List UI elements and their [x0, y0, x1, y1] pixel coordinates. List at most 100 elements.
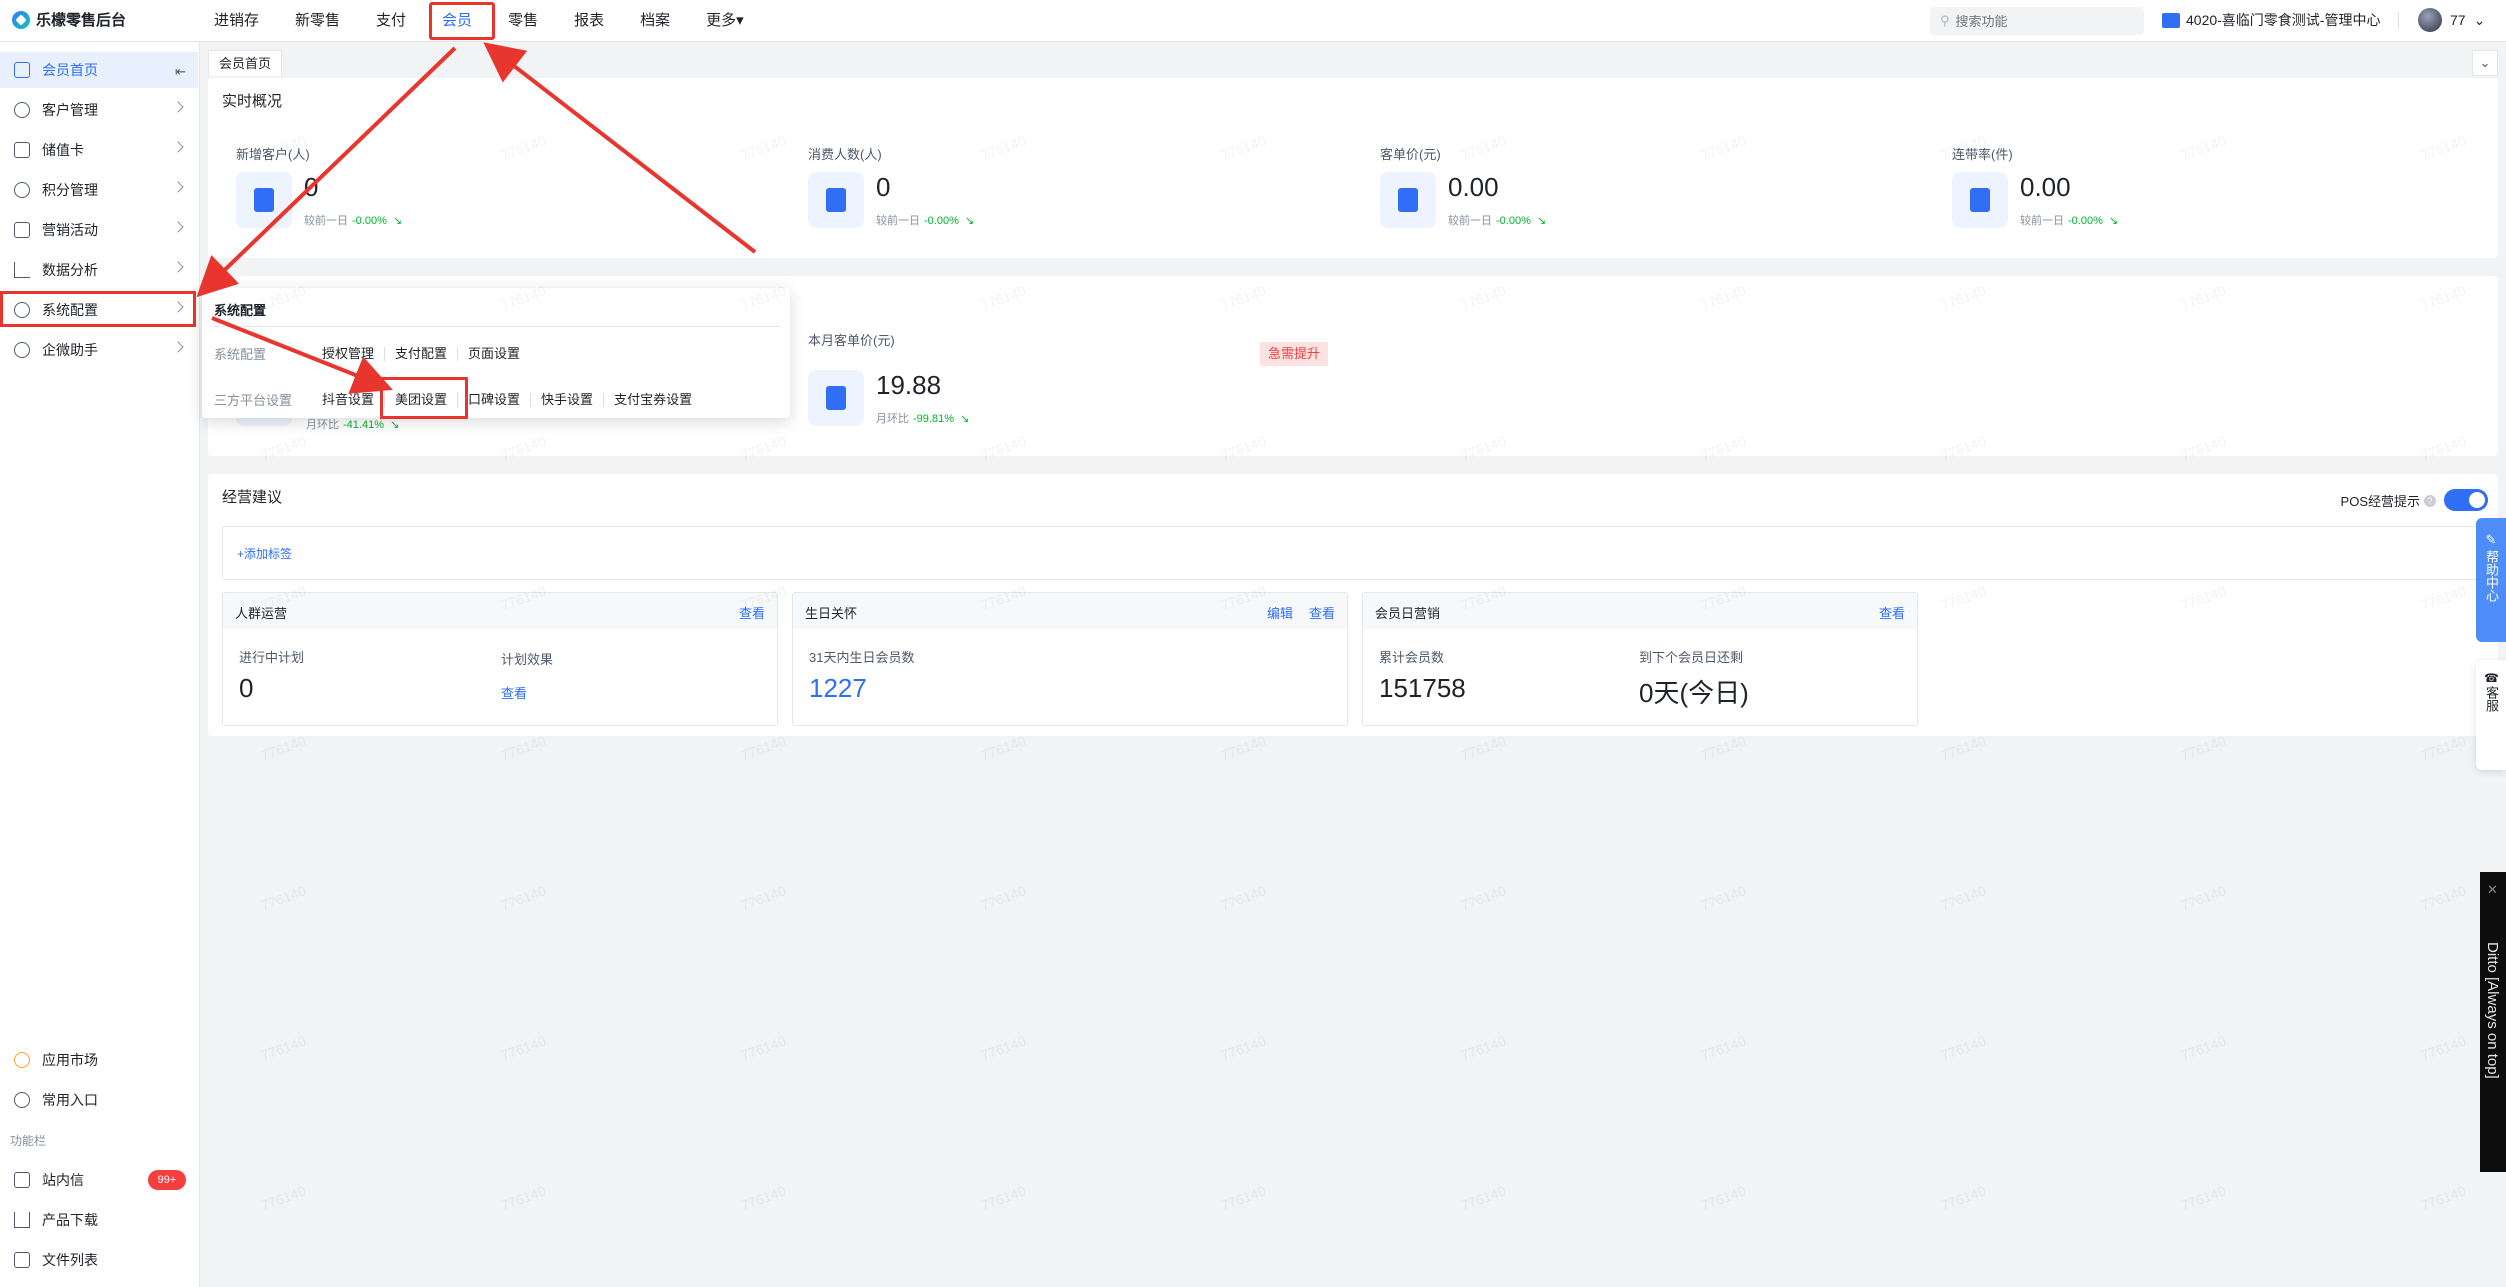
plan-effect-view-link[interactable]: 查看: [501, 683, 527, 702]
metric-consumers: 消费人数(人) 0 较前一日 -0.00% ↘: [808, 144, 974, 228]
menu-item-koubei[interactable]: 口碑设置: [458, 392, 532, 407]
sidebar-item-label: 常用入口: [42, 1092, 98, 1108]
watermark-text: 776140: [978, 882, 1029, 914]
nav-retail[interactable]: 零售: [490, 0, 556, 42]
sidebar-item-label: 会员首页: [42, 62, 98, 78]
watermark-text: 776140: [1938, 882, 1989, 914]
sidebar-item-downloads[interactable]: 产品下载: [0, 1202, 198, 1238]
view-link[interactable]: 查看: [1309, 603, 1335, 622]
sub-card-header: [1363, 593, 1917, 629]
sidebar-item-analytics[interactable]: 数据分析: [0, 252, 198, 288]
watermark-text: 776140: [1218, 1032, 1269, 1064]
tab-strip: 会员首页 ⌄: [208, 50, 2498, 76]
nav-new-retail[interactable]: 新零售: [277, 0, 358, 42]
sidebar-item-customers[interactable]: 客户管理: [0, 92, 198, 128]
chevron-right-icon: [172, 181, 184, 193]
menu-item-payment-config[interactable]: 支付配置: [385, 346, 459, 361]
function-section-label: 功能栏: [10, 1134, 47, 1148]
watermark-text: 776140: [258, 1182, 309, 1214]
chevron-right-icon: [172, 341, 184, 353]
ditto-window[interactable]: ✕ Ditto [Always on top]: [2480, 872, 2506, 1172]
sidebar-item-label: 储值卡: [42, 142, 84, 158]
sidebar-item-wecom[interactable]: 企微助手: [0, 332, 198, 368]
help-icon: ✎: [2485, 532, 2497, 547]
database-icon: [14, 182, 30, 198]
user-name: 77: [2450, 12, 2466, 28]
system-config-popup: 系统配置 系统配置 授权管理 支付配置 页面设置 三方平台设置 抖音设置 美团设…: [202, 288, 790, 418]
menu-item-page-settings[interactable]: 页面设置: [458, 346, 530, 361]
crowd-operation-card: 人群运营 查看 进行中计划 0 计划效果 查看: [222, 592, 778, 726]
watermark-text: 776140: [1698, 732, 1749, 764]
watermark-text: 776140: [2418, 1182, 2469, 1214]
nav-reports[interactable]: 报表: [556, 0, 622, 42]
birthday-members-label: 31天内生日会员数: [809, 650, 915, 665]
close-icon[interactable]: ✕: [2487, 882, 2498, 898]
pos-tip-label: POS经营提示?: [2341, 491, 2436, 510]
metric-value: 0.00: [1448, 172, 1499, 202]
trend-down-icon: ↘: [964, 215, 975, 227]
sidebar-item-stored-card[interactable]: 储值卡: [0, 132, 198, 168]
metric-monthly-avg: 本月客单价(元) 19.88 月环比 -99.81% ↘: [808, 333, 969, 426]
search-box[interactable]: ⚲: [1930, 7, 2144, 35]
menu-item-auth[interactable]: 授权管理: [312, 346, 386, 361]
message-count-badge: 99+: [148, 1170, 186, 1190]
watermark-text: 776140: [1218, 1182, 1269, 1214]
menu-item-alipay-coupon[interactable]: 支付宝券设置: [604, 392, 702, 407]
nav-payment[interactable]: 支付: [358, 0, 424, 42]
sidebar-item-app-market[interactable]: 应用市场: [0, 1042, 198, 1078]
nav-member-highlight: [429, 2, 495, 40]
watermark-text: 776140: [1458, 732, 1509, 764]
user-icon: [14, 102, 30, 118]
advice-title: 经营建议: [222, 489, 283, 506]
view-link[interactable]: 查看: [1879, 603, 1905, 622]
sidebar-item-member-home[interactable]: 会员首页 ⇤: [0, 52, 198, 88]
sidebar-item-favorites[interactable]: 常用入口: [0, 1082, 198, 1118]
heart-icon: [14, 1092, 30, 1108]
nav-more[interactable]: 更多▾: [688, 0, 762, 42]
store-icon: [2162, 12, 2180, 28]
nav-archive[interactable]: 档案: [622, 0, 688, 42]
chevron-right-icon: [172, 221, 184, 233]
sidebar-item-files[interactable]: 文件列表: [0, 1242, 198, 1278]
sidebar-item-marketing[interactable]: 营销活动: [0, 212, 198, 248]
sidebar-item-points[interactable]: 积分管理: [0, 172, 198, 208]
running-plans-value: 0: [239, 673, 254, 703]
top-bar: 乐檬零售后台 进销存 新零售 支付 会员 零售 报表 档案 更多▾ ⚲ 4020…: [0, 0, 2506, 42]
realtime-overview-card: 实时概况 新增客户(人) 0 较前一日 -0.00% ↘ 消费人数(人) 0 较前一…: [208, 78, 2498, 258]
store-switcher[interactable]: 4020-喜临门零食测试-管理中心: [2162, 10, 2380, 30]
file-list-icon: [14, 1252, 30, 1268]
chevron-down-icon: ⌄: [2473, 11, 2486, 28]
ditto-label: Ditto [Always on top]: [2484, 942, 2501, 1079]
metric-label: 本月客单价(元): [808, 333, 895, 348]
nav-inventory[interactable]: 进销存: [196, 0, 277, 42]
watermark-text: 776140: [1938, 732, 1989, 764]
menu-item-kuaishou[interactable]: 快手设置: [531, 392, 605, 407]
watermark-text: 776140: [1698, 1032, 1749, 1064]
watermark-text: 776140: [498, 1182, 549, 1214]
running-plans-label: 进行中计划: [239, 650, 305, 665]
collapse-icon[interactable]: ⇤: [175, 64, 186, 80]
next-member-day-label: 到下个会员日还剩: [1639, 650, 1744, 665]
user-menu[interactable]: 77 ⌄: [2418, 8, 2485, 32]
help-center-button[interactable]: ✎ 帮助中心: [2476, 518, 2506, 642]
watermark-text: 776140: [498, 732, 549, 764]
app-logo[interactable]: 乐檬零售后台: [12, 9, 126, 30]
add-tag-link[interactable]: +添加标签: [237, 545, 292, 562]
avatar: [2418, 8, 2442, 32]
edit-link[interactable]: 编辑: [1267, 603, 1293, 622]
watermark-text: 776140: [1938, 1182, 1989, 1214]
birthday-members-value[interactable]: 1227: [809, 673, 867, 704]
menu-item-douyin[interactable]: 抖音设置: [312, 392, 386, 407]
metric-value: 0.00: [2020, 172, 2071, 202]
plan-effect-label: 计划效果: [501, 652, 554, 667]
sidebar-item-label: 积分管理: [42, 182, 98, 198]
divider: [2398, 12, 2399, 30]
chevron-down-icon[interactable]: ⌄: [2472, 50, 2498, 76]
divider: [214, 326, 780, 327]
customer-service-button[interactable]: ☎ 客服: [2476, 660, 2506, 770]
tab-member-home[interactable]: 会员首页: [208, 50, 283, 76]
pos-tip-toggle[interactable]: [2444, 489, 2488, 511]
chat-icon: [14, 342, 30, 358]
search-input[interactable]: [1955, 13, 2126, 29]
sidebar-item-label: 应用市场: [42, 1052, 98, 1068]
